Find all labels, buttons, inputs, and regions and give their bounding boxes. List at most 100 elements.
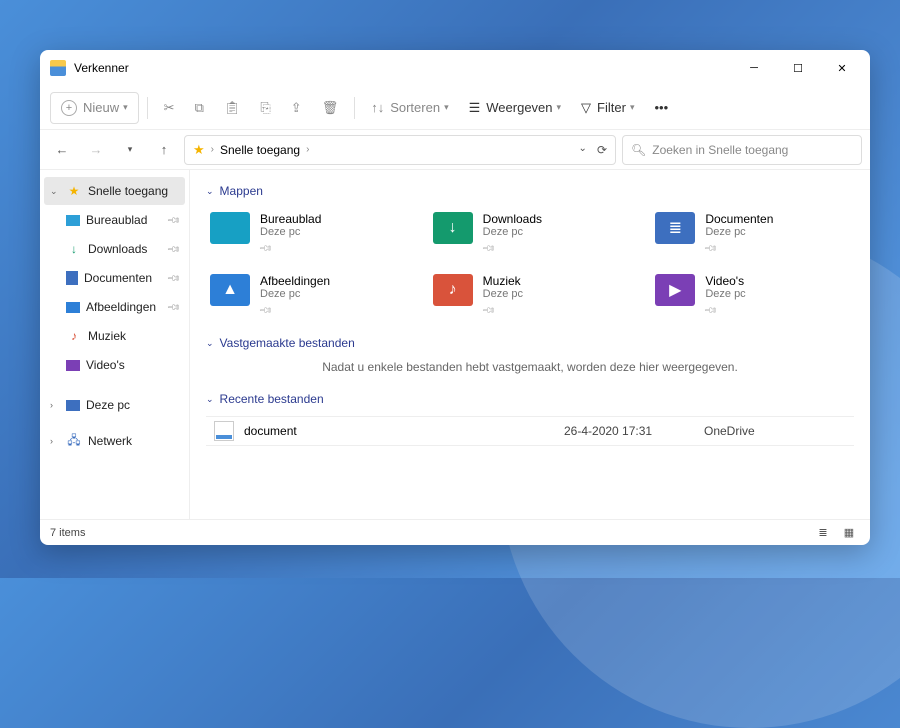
chevron-right-icon: › xyxy=(211,144,214,155)
view-icon: ☰ xyxy=(469,100,481,116)
folder-location: Deze pc xyxy=(483,288,523,300)
rename-button[interactable]: ⎘ xyxy=(252,92,278,124)
copy-icon: ⧉ xyxy=(195,100,204,116)
section-recent[interactable]: ⌄ Recente bestanden xyxy=(206,392,854,406)
search-icon: 🔍︎ xyxy=(631,143,646,157)
pin-icon: 📌︎ xyxy=(703,241,719,257)
nav-row: ← → ▾ ↑ ★ › Snelle toegang › ⌄ ⟳ 🔍︎ Zoek… xyxy=(40,130,870,170)
folder-name: Documenten xyxy=(705,212,773,226)
address-dropdown-button[interactable]: ⌄ xyxy=(579,143,587,157)
paste-button[interactable]: 📋︎ xyxy=(216,92,249,124)
sidebar-item-videos[interactable]: Video's xyxy=(44,351,185,379)
more-icon: ••• xyxy=(654,100,668,115)
folder-item[interactable]: ♪ Muziek Deze pc 📌︎ xyxy=(429,270,632,322)
folder-name: Muziek xyxy=(483,274,523,288)
music-icon: ♪ xyxy=(66,328,82,344)
more-button[interactable]: ••• xyxy=(646,92,676,124)
sort-button[interactable]: ↑↓ Sorteren ▾ xyxy=(363,92,456,124)
sidebar-item-documents[interactable]: Documenten 📌︎ xyxy=(44,264,185,292)
pin-icon: 📌︎ xyxy=(258,303,274,319)
section-folders[interactable]: ⌄ Mappen xyxy=(206,184,854,198)
sidebar-item-label: Snelle toegang xyxy=(88,184,168,198)
folder-item[interactable]: ▲ Afbeeldingen Deze pc 📌︎ xyxy=(206,270,409,322)
filter-icon: ▽ xyxy=(581,100,591,116)
titlebar[interactable]: Verkenner ─ ☐ ✕ xyxy=(40,50,870,86)
folder-icon: ♪ xyxy=(433,274,473,306)
scissors-icon: ✂ xyxy=(164,100,175,116)
thumbnails-view-button[interactable]: ▦ xyxy=(838,524,860,542)
refresh-button[interactable]: ⟳ xyxy=(597,143,607,157)
folder-name: Video's xyxy=(705,274,745,288)
sidebar-item-label: Documenten xyxy=(84,271,152,285)
chevron-down-icon: ⌄ xyxy=(206,186,214,197)
minimize-button[interactable]: ─ xyxy=(732,52,776,84)
up-button[interactable]: ↑ xyxy=(150,136,178,164)
sidebar-item-network[interactable]: › 🖧︎ Netwerk xyxy=(44,427,185,455)
folder-location: Deze pc xyxy=(705,226,773,238)
sidebar-item-this-pc[interactable]: › Deze pc xyxy=(44,391,185,419)
folder-item[interactable]: ▶ Video's Deze pc 📌︎ xyxy=(651,270,854,322)
folder-item[interactable]: ↓ Downloads Deze pc 📌︎ xyxy=(429,208,632,260)
sidebar-item-label: Netwerk xyxy=(88,434,132,448)
maximize-button[interactable]: ☐ xyxy=(776,52,820,84)
sidebar-item-pictures[interactable]: Afbeeldingen 📌︎ xyxy=(44,293,185,321)
pin-icon: 📌︎ xyxy=(165,212,181,228)
view-button[interactable]: ☰ Weergeven ▾ xyxy=(461,92,569,124)
folder-name: Afbeeldingen xyxy=(260,274,330,288)
pictures-icon xyxy=(66,302,80,313)
forward-button[interactable]: → xyxy=(82,136,110,164)
document-icon xyxy=(66,271,78,285)
search-input[interactable]: 🔍︎ Zoeken in Snelle toegang xyxy=(622,135,862,165)
section-label: Recente bestanden xyxy=(220,392,324,406)
new-label: Nieuw xyxy=(83,100,119,115)
chevron-right-icon: › xyxy=(50,436,60,446)
recent-file-item[interactable]: document 26-4-2020 17:31 OneDrive xyxy=(206,416,854,446)
cut-button[interactable]: ✂ xyxy=(156,92,183,124)
share-button[interactable]: ⇪ xyxy=(283,92,310,124)
folder-item[interactable]: Bureaublad Deze pc 📌︎ xyxy=(206,208,409,260)
pin-icon: 📌︎ xyxy=(165,270,181,286)
new-button[interactable]: + Nieuw ▾ xyxy=(50,92,139,124)
pin-icon: 📌︎ xyxy=(165,299,181,315)
folder-item[interactable]: ≣ Documenten Deze pc 📌︎ xyxy=(651,208,854,260)
star-icon: ★ xyxy=(66,183,82,199)
folder-location: Deze pc xyxy=(260,288,330,300)
sidebar-item-music[interactable]: ♪ Muziek xyxy=(44,322,185,350)
sidebar-item-quick-access[interactable]: ⌄ ★ Snelle toegang xyxy=(44,177,185,205)
sidebar: ⌄ ★ Snelle toegang Bureaublad 📌︎ ↓ Downl… xyxy=(40,170,190,519)
explorer-icon xyxy=(50,60,66,76)
section-label: Mappen xyxy=(220,184,263,198)
delete-button[interactable]: 🗑︎ xyxy=(314,92,347,124)
file-icon xyxy=(214,421,234,441)
folder-location: Deze pc xyxy=(705,288,745,300)
pin-icon: 📌︎ xyxy=(480,303,496,319)
chevron-down-icon: ⌄ xyxy=(206,338,214,349)
filter-button[interactable]: ▽ Filter ▾ xyxy=(573,92,642,124)
filter-label: Filter xyxy=(597,100,626,115)
folder-icon xyxy=(210,212,250,244)
status-bar: 7 items ≣ ▦ xyxy=(40,519,870,545)
toolbar: + Nieuw ▾ ✂ ⧉ 📋︎ ⎘ ⇪ 🗑︎ ↑↓ Sorteren ▾ ☰ … xyxy=(40,86,870,130)
sidebar-item-desktop[interactable]: Bureaublad 📌︎ xyxy=(44,206,185,234)
breadcrumb-current[interactable]: Snelle toegang xyxy=(220,143,300,157)
section-label: Vastgemaakte bestanden xyxy=(220,336,355,350)
details-view-button[interactable]: ≣ xyxy=(812,524,834,542)
sidebar-item-downloads[interactable]: ↓ Downloads 📌︎ xyxy=(44,235,185,263)
share-icon: ⇪ xyxy=(291,100,302,116)
address-bar[interactable]: ★ › Snelle toegang › ⌄ ⟳ xyxy=(184,135,616,165)
trash-icon: 🗑︎ xyxy=(322,100,339,116)
star-icon: ★ xyxy=(193,142,205,158)
recent-locations-button[interactable]: ▾ xyxy=(116,136,144,164)
rename-icon: ⎘ xyxy=(260,100,270,116)
close-button[interactable]: ✕ xyxy=(820,52,864,84)
plus-icon: + xyxy=(61,100,77,116)
back-button[interactable]: ← xyxy=(48,136,76,164)
window-title: Verkenner xyxy=(74,61,129,75)
sidebar-item-label: Downloads xyxy=(88,242,147,256)
copy-button[interactable]: ⧉ xyxy=(187,92,212,124)
pin-icon: 📌︎ xyxy=(480,241,496,257)
folder-location: Deze pc xyxy=(260,226,321,238)
section-pinned[interactable]: ⌄ Vastgemaakte bestanden xyxy=(206,336,854,350)
download-icon: ↓ xyxy=(66,241,82,257)
pin-icon: 📌︎ xyxy=(703,303,719,319)
